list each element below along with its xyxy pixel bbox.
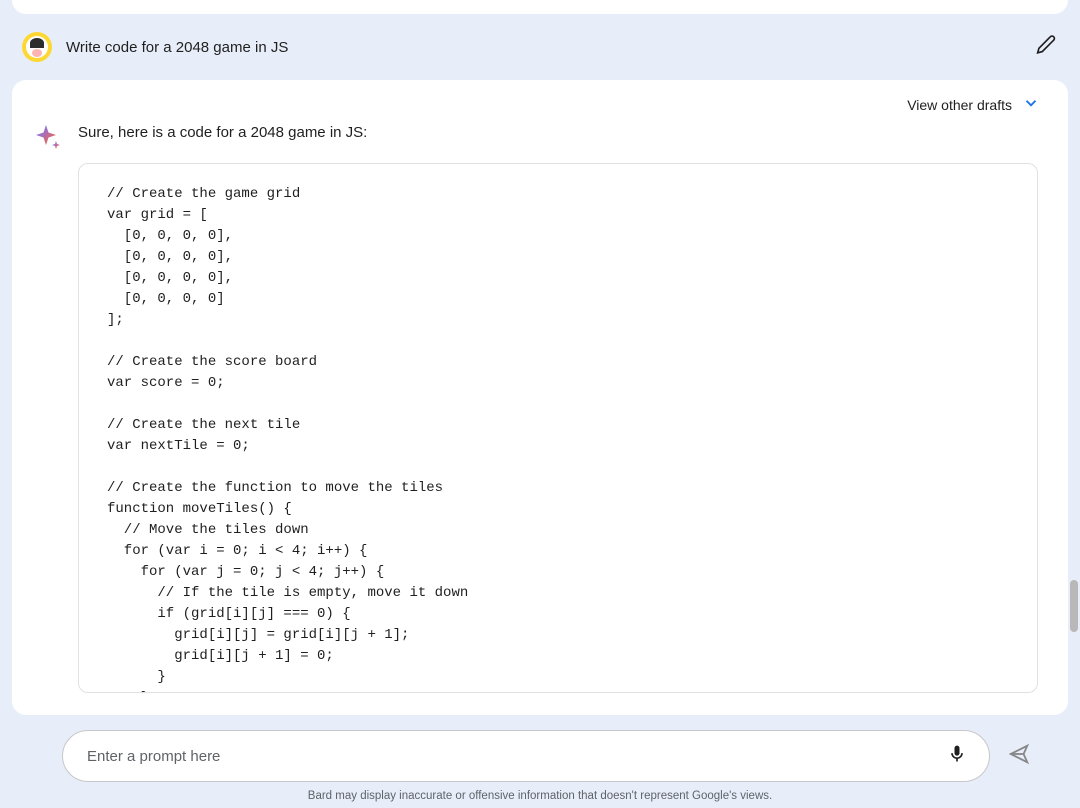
response-card: View other drafts [12,80,1068,715]
prompt-input-wrapper [62,730,990,782]
code-block: // Create the game grid var grid = [ [0,… [78,163,1038,693]
previous-card-bottom [12,0,1068,14]
edit-icon[interactable] [1036,35,1056,60]
bard-sparkle-icon [34,123,64,153]
prompt-input[interactable] [87,748,943,765]
scrollbar-thumb[interactable] [1070,580,1078,632]
user-message-row: Write code for a 2048 game in JS [0,14,1080,80]
user-avatar [22,32,52,62]
user-message-text: Write code for a 2048 game in JS [66,39,288,56]
view-drafts-row: View other drafts [12,94,1068,123]
send-icon[interactable] [1008,743,1030,770]
disclaimer-text: Bard may display inaccurate or offensive… [12,790,1068,802]
input-area: Bard may display inaccurate or offensive… [0,716,1080,808]
response-intro-text: Sure, here is a code for a 2048 game in … [78,123,1038,143]
microphone-icon[interactable] [943,740,971,773]
chevron-down-icon[interactable] [1022,94,1040,115]
view-drafts-button[interactable]: View other drafts [907,97,1012,113]
